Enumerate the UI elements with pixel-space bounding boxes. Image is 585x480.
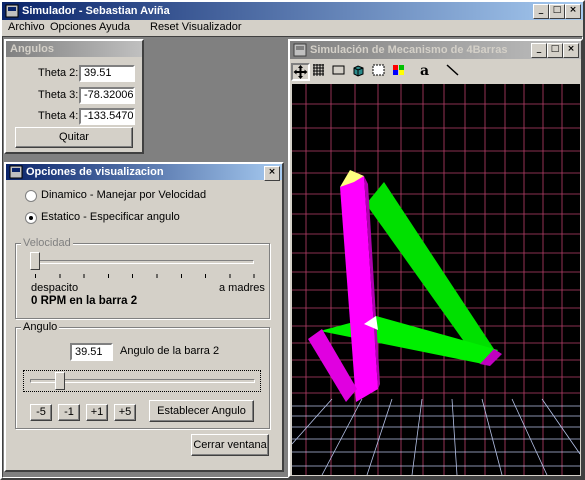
radio-dinamico[interactable] [25, 190, 37, 202]
theta2-label: Theta 2: [38, 67, 79, 79]
angle-input[interactable]: 39.51 [70, 343, 113, 361]
radio-dinamico-label[interactable]: Dinamico - Manejar por Velocidad [41, 189, 206, 201]
velocidad-slider-thumb[interactable] [30, 252, 40, 270]
theta2-field[interactable]: 39.51 [79, 65, 135, 82]
sim-close-icon[interactable]: × [563, 43, 579, 58]
sim-window-title: Simulación de Mecanismo de 4Barras [310, 44, 508, 56]
radio-estatico[interactable] [25, 212, 37, 224]
close-icon[interactable]: × [565, 4, 581, 19]
box-tool-icon[interactable] [371, 63, 390, 81]
slow-label: despacito [31, 282, 79, 294]
quitar-button[interactable]: Quitar [15, 127, 133, 148]
theta4-field[interactable]: -133.547070 [79, 108, 135, 125]
sim-maximize-icon[interactable]: □ [547, 43, 563, 58]
grid-tool-icon[interactable] [311, 63, 330, 81]
fast-label: a madres [219, 282, 265, 294]
menu-reset-visualizador[interactable]: Reset Visualizador [150, 21, 242, 33]
options-dialog-icon [9, 165, 23, 179]
theta3-field[interactable]: -78.3200674 [79, 87, 135, 104]
simulation-viewport[interactable] [292, 84, 580, 475]
radio-estatico-label[interactable]: Estatico - Especificar angulo [41, 211, 180, 223]
maximize-icon[interactable]: □ [549, 4, 565, 19]
app-icon [5, 4, 19, 18]
sim-minimize-icon[interactable]: _ [531, 43, 547, 58]
angulo-group-title: Angulo [21, 321, 60, 333]
angulos-window: Angulos Theta 2: 39.51 Theta 3: -78.3200… [4, 39, 144, 154]
theta4-label: Theta 4: [38, 110, 79, 122]
plus1-button[interactable]: +1 [86, 404, 108, 421]
velocidad-group [15, 243, 270, 319]
velocidad-ticks [35, 274, 255, 278]
options-dialog: Opciones de visualizacion × Dinamico - M… [4, 162, 284, 472]
velocidad-slider-track [35, 260, 254, 264]
theta3-label: Theta 3: [38, 89, 79, 101]
text-tool-icon[interactable]: a [418, 63, 437, 81]
sim-window-icon [293, 43, 307, 57]
rectangle-tool-icon[interactable] [331, 63, 350, 81]
main-titlebar: Simulador - Sebastian Aviña [2, 2, 583, 20]
solid-view-icon[interactable] [351, 63, 370, 81]
menu-opciones[interactable]: Opciones [50, 21, 96, 33]
minimize-icon[interactable]: _ [533, 4, 549, 19]
options-dialog-title: Opciones de visualizacion [26, 166, 164, 178]
angle-slider-thumb[interactable] [55, 372, 65, 390]
svg-text:a: a [420, 63, 429, 77]
minus1-button[interactable]: -1 [58, 404, 80, 421]
cerrar-ventana-button[interactable]: Cerrar ventana [191, 434, 269, 456]
minus5-button[interactable]: -5 [30, 404, 52, 421]
color-palette-icon[interactable] [391, 63, 410, 81]
line-tool-icon[interactable] [445, 63, 464, 81]
move-tool-icon[interactable] [291, 63, 310, 81]
rpm-text: 0 RPM en la barra 2 [31, 295, 138, 307]
angulos-title: Angulos [10, 43, 54, 55]
establecer-angulo-button[interactable]: Establecer Angulo [149, 400, 254, 422]
angle-input-label: Angulo de la barra 2 [120, 345, 220, 357]
velocidad-group-title: Velocidad [21, 237, 73, 249]
menu-archivo[interactable]: Archivo [8, 21, 45, 33]
menu-bar: Archivo Opciones Ayuda Reset Visualizado… [2, 20, 583, 36]
plus5-button[interactable]: +5 [114, 404, 136, 421]
main-window-title: Simulador - Sebastian Aviña [22, 5, 170, 17]
dialog-close-icon[interactable]: × [264, 166, 280, 181]
menu-ayuda[interactable]: Ayuda [99, 21, 130, 33]
